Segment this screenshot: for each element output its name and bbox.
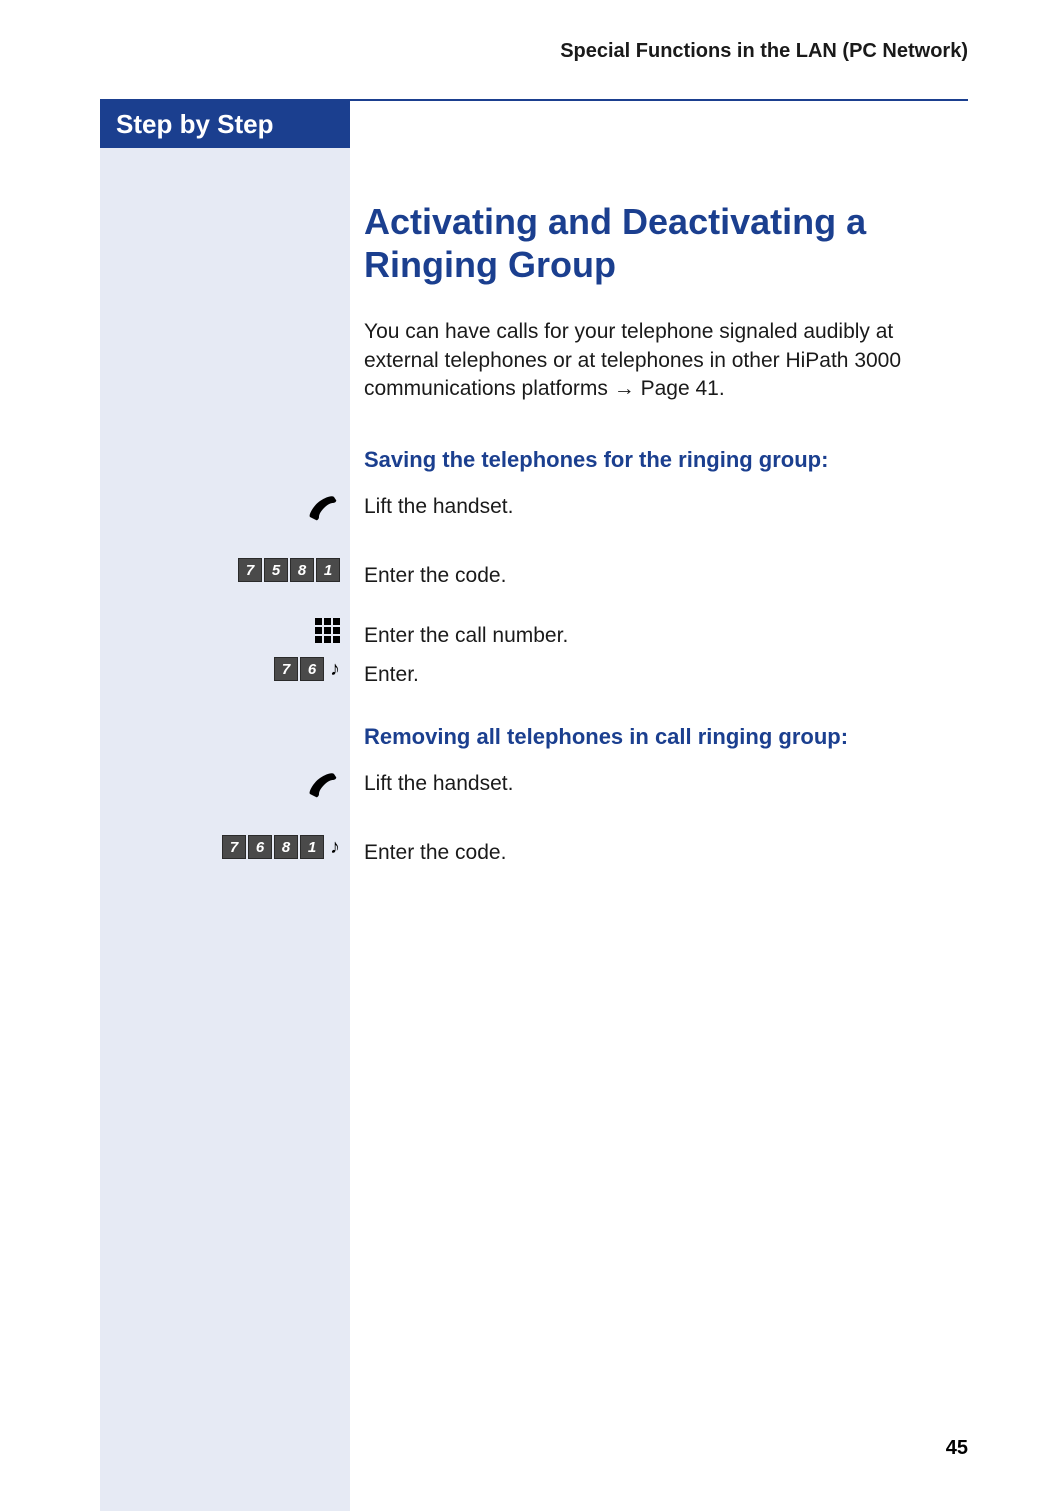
keycap: 7: [238, 558, 262, 582]
step-enter-call-number: Enter the call number.: [100, 614, 968, 653]
music-note-icon: ♪: [330, 836, 340, 859]
intro-paragraph: You can have calls for your telephone si…: [364, 318, 968, 403]
keycap: 6: [248, 835, 272, 859]
step-text-cell: Enter the call number.: [350, 614, 968, 653]
sidebar-fill: [100, 712, 350, 762]
spacer: [100, 534, 968, 554]
icon-cell: [100, 485, 350, 534]
keycap-group-7681-note: 7 6 8 1 ♪: [222, 835, 340, 859]
handset-icon: [304, 766, 340, 807]
music-note-icon: ♪: [330, 658, 340, 681]
step-text: Enter the call number.: [364, 618, 968, 649]
intro-cell: You can have calls for your telephone si…: [350, 314, 968, 435]
section2-heading-cell: Removing all telephones in call ringing …: [350, 712, 968, 762]
step-text-cell: Enter the code.: [350, 831, 968, 870]
running-header: Special Functions in the LAN (PC Network…: [100, 40, 968, 69]
keycap: 8: [274, 835, 298, 859]
keypad-icon: [315, 618, 340, 643]
keycap-group-76-note: 7 6 ♪: [274, 657, 340, 681]
step-text-cell: Enter the code.: [350, 554, 968, 593]
step-text: Enter the code.: [364, 835, 968, 866]
page-number: 45: [946, 1437, 968, 1460]
intro-row: You can have calls for your telephone si…: [100, 314, 968, 435]
step-text: Lift the handset.: [364, 489, 968, 520]
sidebar-fill: [100, 314, 350, 435]
intro-text-post: Page 41.: [635, 377, 725, 400]
icon-cell: 7 6 ♪: [100, 653, 350, 692]
icon-cell: 7 5 8 1: [100, 554, 350, 593]
section1-heading: Saving the telephones for the ringing gr…: [364, 447, 968, 473]
step-lift-handset-2: Lift the handset.: [100, 762, 968, 811]
title-row: Activating and Deactivating a Ringing Gr…: [100, 148, 968, 314]
sidebar-fill: [100, 871, 350, 1511]
step-text: Lift the handset.: [364, 766, 968, 797]
step-enter-76: 7 6 ♪ Enter.: [100, 653, 968, 692]
step-text: Enter the code.: [364, 558, 968, 589]
keycap: 1: [316, 558, 340, 582]
keycap: 7: [222, 835, 246, 859]
sidebar-header-cell: Step by Step: [100, 101, 350, 148]
empty: [350, 871, 968, 1511]
sidebar-fill: [100, 435, 350, 485]
spacer: [100, 692, 968, 712]
sidebar-fill: [100, 148, 350, 314]
manual-page: Special Functions in the LAN (PC Network…: [0, 0, 1058, 1500]
step-code-7581: 7 5 8 1 Enter the code.: [100, 554, 968, 593]
body-rows: Step by Step Activating and Deactivating…: [100, 101, 968, 1511]
keycap: 8: [290, 558, 314, 582]
spacer: [100, 811, 968, 831]
section2-heading-row: Removing all telephones in call ringing …: [100, 712, 968, 762]
step-text: Enter.: [364, 657, 968, 688]
icon-cell: [100, 762, 350, 811]
header-section-title: Special Functions in the LAN (PC Network…: [560, 40, 968, 62]
page-title: Activating and Deactivating a Ringing Gr…: [364, 200, 968, 286]
spacer: [100, 594, 968, 614]
section1-heading-cell: Saving the telephones for the ringing gr…: [350, 435, 968, 485]
sidebar-header-row: Step by Step: [100, 101, 968, 148]
keycap: 1: [300, 835, 324, 859]
step-text-cell: Lift the handset.: [350, 762, 968, 811]
keycap-group-7581: 7 5 8 1: [238, 558, 340, 582]
icon-cell: 7 6 8 1 ♪: [100, 831, 350, 870]
step-text-cell: Lift the handset.: [350, 485, 968, 534]
handset-icon: [304, 489, 340, 530]
section2-heading: Removing all telephones in call ringing …: [364, 724, 968, 750]
arrow-icon: →: [614, 375, 635, 403]
title-cell: Activating and Deactivating a Ringing Gr…: [350, 148, 968, 314]
empty: [350, 101, 968, 148]
step-by-step-label: Step by Step: [100, 101, 350, 148]
sidebar-fill-remainder: [100, 871, 968, 1511]
icon-cell: [100, 614, 350, 653]
step-text-cell: Enter.: [350, 653, 968, 692]
section1-heading-row: Saving the telephones for the ringing gr…: [100, 435, 968, 485]
keycap: 7: [274, 657, 298, 681]
keycap: 5: [264, 558, 288, 582]
keycap: 6: [300, 657, 324, 681]
step-lift-handset-1: Lift the handset.: [100, 485, 968, 534]
step-code-7681: 7 6 8 1 ♪ Enter the code.: [100, 831, 968, 870]
